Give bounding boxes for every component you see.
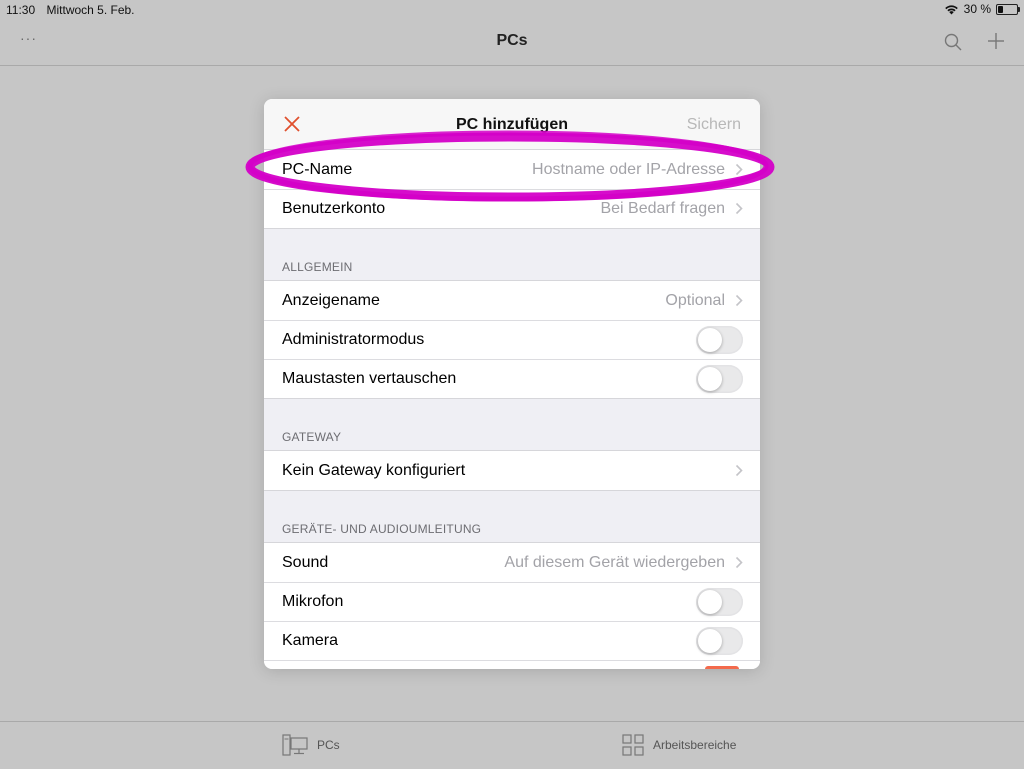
pc-name-label: PC-Name <box>282 160 353 178</box>
workspaces-icon <box>622 734 644 756</box>
swap-mouse-row: Maustasten vertauschen <box>264 359 760 398</box>
camera-toggle[interactable] <box>696 626 743 655</box>
display-name-row[interactable]: Anzeigename Optional <box>264 281 760 320</box>
sound-label: Sound <box>282 553 329 571</box>
chevron-right-icon <box>735 294 743 307</box>
section-header-redirection: GERÄTE- UND AUDIOUMLEITUNG <box>264 491 760 542</box>
chevron-right-icon <box>735 163 743 176</box>
swap-mouse-toggle[interactable] <box>696 364 743 393</box>
dialog-header: PC hinzufügen Sichern <box>264 99 760 150</box>
status-time: 11:30 <box>6 3 36 17</box>
redirection-header-text: GERÄTE- UND AUDIOUMLEITUNG <box>282 522 482 536</box>
chevron-right-icon <box>735 556 743 569</box>
search-icon[interactable] <box>944 33 962 51</box>
chevron-right-icon <box>735 464 743 477</box>
camera-row: Kamera <box>264 621 760 660</box>
gateway-group: Kein Gateway konfiguriert <box>264 450 760 491</box>
microphone-label: Mikrofon <box>282 592 344 610</box>
tab-pcs[interactable]: PCs <box>282 734 340 756</box>
camera-label: Kamera <box>282 631 339 649</box>
gateway-label: Kein Gateway konfiguriert <box>282 461 466 479</box>
toggle-knob <box>698 628 722 653</box>
admin-mode-row: Administratormodus <box>264 320 760 359</box>
toggle-knob <box>698 327 722 352</box>
battery-icon <box>996 3 1020 15</box>
nav-bar: ··· PCs <box>0 20 1024 66</box>
user-account-label: Benutzerkonto <box>282 199 386 217</box>
partial-toggle[interactable] <box>705 666 739 669</box>
tab-bar: PCs Arbeitsbereiche <box>0 721 1024 769</box>
gateway-row[interactable]: Kein Gateway konfiguriert <box>264 451 760 490</box>
status-date: Mittwoch 5. Feb. <box>46 3 135 17</box>
toggle-knob <box>698 366 722 391</box>
battery-percent: 30 % <box>963 2 991 16</box>
sound-value: Auf diesem Gerät wiedergeben <box>504 553 725 571</box>
sound-row[interactable]: Sound Auf diesem Gerät wiedergeben <box>264 543 760 582</box>
user-account-value: Bei Bedarf fragen <box>600 199 725 217</box>
tab-pcs-label: PCs <box>317 738 340 752</box>
wifi-icon <box>944 4 958 14</box>
general-header-text: ALLGEMEIN <box>282 260 353 274</box>
status-bar: 11:30 Mittwoch 5. Feb. 30 % <box>0 0 1024 20</box>
pc-monitor-icon <box>282 734 308 756</box>
microphone-row: Mikrofon <box>264 582 760 621</box>
toggle-knob <box>698 589 722 614</box>
tab-workspaces-label: Arbeitsbereiche <box>653 738 737 752</box>
connection-group: PC-Name Hostname oder IP-Adresse Benutze… <box>264 150 760 229</box>
save-button[interactable]: Sichern <box>687 116 741 134</box>
display-name-label: Anzeigename <box>282 291 380 309</box>
status-right: 30 % <box>944 2 1020 16</box>
next-row-partial <box>264 660 760 669</box>
admin-mode-label: Administratormodus <box>282 330 425 348</box>
page-title: PCs <box>496 32 528 49</box>
display-name-value: Optional <box>665 291 725 309</box>
add-pc-dialog: PC hinzufügen Sichern PC-Name Hostname o… <box>264 99 760 669</box>
microphone-toggle[interactable] <box>696 587 743 616</box>
user-account-row[interactable]: Benutzerkonto Bei Bedarf fragen <box>264 189 760 228</box>
swap-mouse-label: Maustasten vertauschen <box>282 369 457 387</box>
pc-name-value: Hostname oder IP-Adresse <box>532 160 725 178</box>
dialog-title: PC hinzufügen <box>456 116 568 133</box>
section-header-gateway: GATEWAY <box>264 399 760 450</box>
battery-fill <box>998 5 1003 13</box>
add-icon[interactable] <box>986 31 1006 51</box>
status-left: 11:30 Mittwoch 5. Feb. <box>6 3 143 17</box>
redirection-group: Sound Auf diesem Gerät wiedergeben Mikro… <box>264 542 760 669</box>
admin-mode-toggle[interactable] <box>696 325 743 354</box>
tab-workspaces[interactable]: Arbeitsbereiche <box>622 734 736 756</box>
chevron-right-icon <box>735 202 743 215</box>
general-group: Anzeigename Optional Administratormodus … <box>264 280 760 399</box>
gateway-header-text: GATEWAY <box>282 430 342 444</box>
section-header-general: ALLGEMEIN <box>264 229 760 280</box>
pc-name-row[interactable]: PC-Name Hostname oder IP-Adresse <box>264 150 760 189</box>
